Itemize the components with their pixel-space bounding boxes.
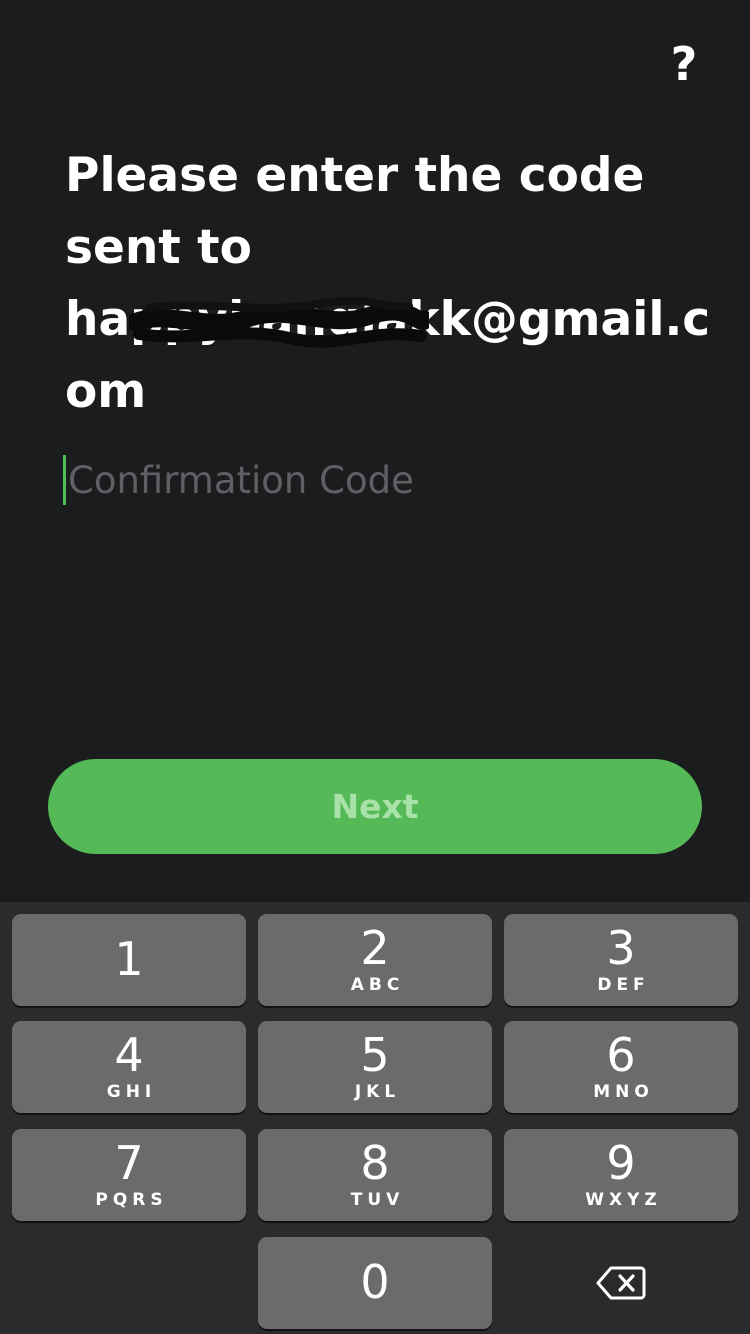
next-button[interactable]: Next <box>48 759 702 854</box>
numeric-keypad: 1 2 ABC 3 DEF 4 GHI 5 JKL 6 MNO 7 PQRS 8… <box>0 902 750 1334</box>
key-digit: 8 <box>360 1136 390 1190</box>
key-letters: PQRS <box>95 1190 168 1210</box>
key-digit: 7 <box>114 1136 144 1190</box>
key-2[interactable]: 2 ABC <box>258 914 492 1006</box>
key-1[interactable]: 1 <box>12 914 246 1006</box>
verification-screen: ? Please enter the code sent to happyban… <box>0 0 750 1334</box>
key-6[interactable]: 6 MNO <box>504 1021 738 1113</box>
key-8[interactable]: 8 TUV <box>258 1129 492 1221</box>
key-9[interactable]: 9 WXYZ <box>504 1129 738 1221</box>
key-digit: 3 <box>606 921 636 975</box>
email-text: happybanglakk@gmail.c <box>65 292 711 347</box>
help-button[interactable]: ? <box>664 36 704 92</box>
code-prompt: Please enter the code sent to happybangl… <box>65 140 710 428</box>
key-letters: JKL <box>354 1082 401 1102</box>
prompt-email-line: happybanglakk@gmail.c <box>65 284 710 356</box>
key-letters: MNO <box>593 1082 654 1102</box>
key-letters: ABC <box>350 975 405 995</box>
key-letters: TUV <box>350 1190 405 1210</box>
key-letters: DEF <box>597 975 650 995</box>
key-7[interactable]: 7 PQRS <box>12 1129 246 1221</box>
key-4[interactable]: 4 GHI <box>12 1021 246 1113</box>
backspace-icon <box>596 1266 646 1300</box>
key-digit: 5 <box>360 1028 390 1082</box>
email-address: happybanglakk@gmail.c <box>65 284 710 356</box>
key-digit: 0 <box>360 1255 390 1309</box>
key-letters: WXYZ <box>585 1190 662 1210</box>
key-digit: 4 <box>114 1028 144 1082</box>
prompt-line-1: Please enter the code <box>65 148 645 203</box>
key-digit: 9 <box>606 1136 636 1190</box>
confirmation-code-field[interactable] <box>63 448 683 512</box>
key-digit: 2 <box>360 921 390 975</box>
key-5[interactable]: 5 JKL <box>258 1021 492 1113</box>
key-digit: 6 <box>606 1028 636 1082</box>
key-digit: 1 <box>114 932 144 986</box>
prompt-line-2: sent to <box>65 220 252 275</box>
key-letters: GHI <box>106 1082 157 1102</box>
text-caret <box>63 455 66 505</box>
confirmation-code-input[interactable] <box>68 450 683 510</box>
key-0[interactable]: 0 <box>258 1237 492 1329</box>
key-3[interactable]: 3 DEF <box>504 914 738 1006</box>
backspace-button[interactable] <box>504 1238 738 1328</box>
prompt-line-4: om <box>65 364 147 419</box>
